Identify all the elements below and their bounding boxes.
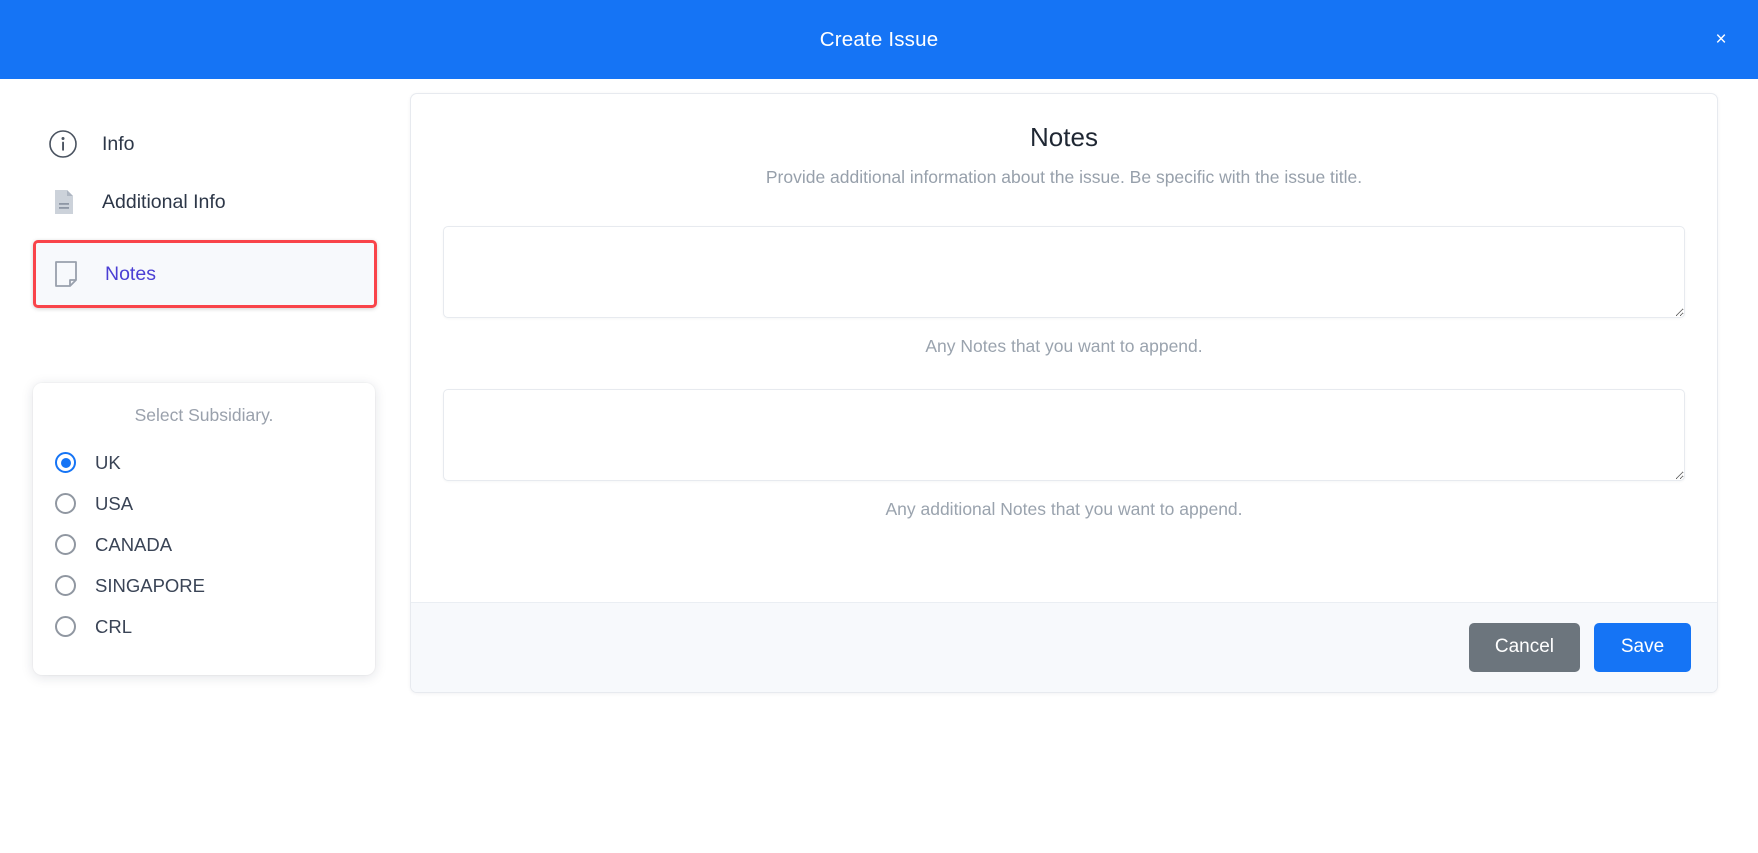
save-button[interactable]: Save bbox=[1594, 623, 1691, 672]
additional-notes-input[interactable] bbox=[443, 389, 1685, 481]
sidebar-item-label: Notes bbox=[105, 262, 156, 285]
radio-option-singapore[interactable]: SINGAPORE bbox=[33, 565, 375, 606]
notes-input[interactable] bbox=[443, 226, 1685, 318]
sidebar-item-additional-info[interactable]: Additional Info bbox=[0, 173, 410, 231]
radio-option-label: CRL bbox=[95, 615, 133, 637]
subsidiary-legend: Select Subsidiary. bbox=[134, 405, 274, 425]
radio-option-label: SINGAPORE bbox=[95, 574, 205, 596]
sidebar-item-label: Additional Info bbox=[102, 190, 226, 213]
notes-panel-content: Notes Provide additional information abo… bbox=[411, 94, 1717, 602]
radio-option-usa[interactable]: USA bbox=[33, 483, 375, 524]
notes-field-group: Any Notes that you want to append. bbox=[443, 226, 1685, 383]
radio-circle-icon bbox=[55, 493, 76, 514]
radio-option-uk[interactable]: UK bbox=[33, 442, 375, 483]
notes-title: Notes bbox=[1030, 122, 1098, 152]
main-content: Notes Provide additional information abo… bbox=[410, 79, 1758, 853]
radio-option-label: USA bbox=[95, 492, 134, 514]
additional-notes-help-text: Any additional Notes that you want to ap… bbox=[885, 499, 1243, 519]
note-page-icon bbox=[49, 257, 83, 291]
create-issue-modal: Create Issue × Info Additional Info Note… bbox=[0, 0, 1758, 853]
info-circle-icon bbox=[46, 127, 80, 161]
modal-body: Info Additional Info Notes Select Subsid… bbox=[0, 79, 1758, 853]
sidebar-item-info[interactable]: Info bbox=[0, 115, 410, 173]
radio-option-canada[interactable]: CANADA bbox=[33, 524, 375, 565]
notes-panel: Notes Provide additional information abo… bbox=[410, 93, 1718, 693]
page-title: Create Issue bbox=[819, 27, 939, 51]
radio-circle-icon bbox=[55, 616, 76, 637]
additional-notes-field-group: Any additional Notes that you want to ap… bbox=[443, 389, 1685, 546]
sidebar: Info Additional Info Notes Select Subsid… bbox=[0, 79, 410, 853]
close-icon[interactable]: × bbox=[1706, 25, 1736, 55]
cancel-button[interactable]: Cancel bbox=[1468, 623, 1580, 672]
sidebar-item-label: Info bbox=[102, 132, 135, 155]
radio-circle-icon bbox=[55, 575, 76, 596]
radio-option-label: CANADA bbox=[95, 533, 173, 555]
radio-option-label: UK bbox=[95, 451, 121, 473]
radio-option-crl[interactable]: CRL bbox=[33, 606, 375, 647]
subsidiary-card: Select Subsidiary. UK USA CANADA SINGAPO… bbox=[33, 383, 375, 675]
notes-subtitle: Provide additional information about the… bbox=[765, 167, 1363, 187]
sidebar-item-notes[interactable]: Notes bbox=[33, 240, 377, 308]
sidebar-nav: Info Additional Info Notes bbox=[0, 115, 410, 308]
radio-circle-icon bbox=[55, 452, 76, 473]
notes-help-text: Any Notes that you want to append. bbox=[925, 336, 1203, 356]
panel-footer: Cancel Save bbox=[411, 602, 1717, 692]
document-lines-icon bbox=[46, 185, 80, 219]
modal-header: Create Issue × bbox=[0, 0, 1758, 79]
radio-circle-icon bbox=[55, 534, 76, 555]
